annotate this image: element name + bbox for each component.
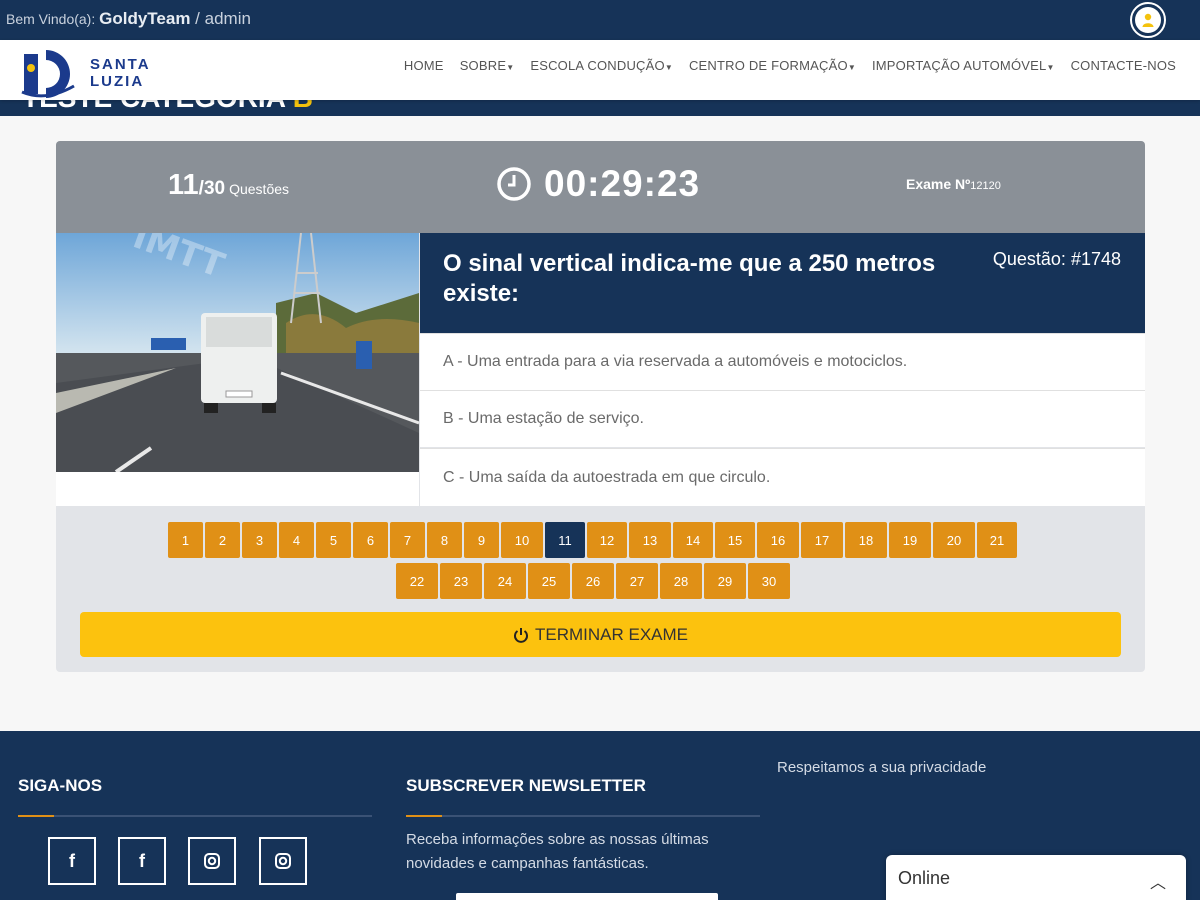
page-button-6[interactable]: 6 <box>353 522 388 558</box>
page-button-9[interactable]: 9 <box>464 522 499 558</box>
page-button-19[interactable]: 19 <box>889 522 931 558</box>
facebook-icon: f <box>139 850 145 871</box>
nav-item-contacte-nos[interactable]: CONTACTE-NOS <box>1071 58 1176 73</box>
user-role: admin <box>204 9 251 28</box>
follow-us-title: SIGA-NOS <box>18 776 103 795</box>
caret-down-icon: ▼ <box>847 63 856 72</box>
nav-item-centro-formacao[interactable]: CENTRO DE FORMAÇÃO▼ <box>689 58 856 73</box>
page-button-28[interactable]: 28 <box>660 563 702 599</box>
chevron-up-icon[interactable]: ︿ <box>1150 869 1166 893</box>
question-header: O sinal vertical indica-me que a 250 met… <box>420 233 1145 333</box>
instagram-link-1[interactable] <box>188 837 236 885</box>
page-button-23[interactable]: 23 <box>440 563 482 599</box>
welcome-label: Bem Vindo(a) <box>6 11 92 27</box>
logo-emblem-icon <box>21 50 75 98</box>
timer-value: 00:29:23 <box>544 163 701 204</box>
exam-panel: 11/30 Questões 00:29:23 Exame Nº12120 IM… <box>56 141 1145 672</box>
nav-item-sobre[interactable]: SOBRE▼ <box>460 58 515 73</box>
brand-line-1: SANTA <box>90 56 151 73</box>
page-button-2[interactable]: 2 <box>205 522 240 558</box>
page-button-16[interactable]: 16 <box>757 522 799 558</box>
caret-down-icon: ▼ <box>506 63 515 72</box>
instagram-link-2[interactable] <box>259 837 307 885</box>
newsletter-email-input[interactable] <box>456 893 718 900</box>
caret-down-icon: ▼ <box>664 63 673 72</box>
answer-option-b[interactable]: B - Uma estação de serviço. <box>420 390 1145 447</box>
privacy-notice: Respeitamos a sua privacidade <box>777 759 987 776</box>
site-logo[interactable]: SANTA LUZIA <box>16 46 186 98</box>
user-account-button[interactable] <box>1130 2 1166 38</box>
clock-icon <box>497 167 531 201</box>
page-button-18[interactable]: 18 <box>845 522 887 558</box>
page-button-25[interactable]: 25 <box>528 563 570 599</box>
exam-status-bar: 11/30 Questões 00:29:23 Exame Nº12120 <box>56 141 1145 233</box>
page-button-10[interactable]: 10 <box>501 522 543 558</box>
facebook-icon: f <box>69 850 75 871</box>
facebook-link-1[interactable]: f <box>48 837 96 885</box>
page-button-11[interactable]: 11 <box>545 522 585 558</box>
username: GoldyTeam <box>99 9 191 28</box>
nav-menu: HOME SOBRE▼ ESCOLA CONDUÇÃO▼ CENTRO DE F… <box>404 58 1176 73</box>
answer-option-a[interactable]: A - Uma entrada para a via reservada a a… <box>420 333 1145 390</box>
current-question-number: 11 <box>168 169 199 201</box>
page-header: TESTE CATEGORIA B <box>0 100 1200 116</box>
page-button-21[interactable]: 21 <box>977 522 1017 558</box>
page-button-12[interactable]: 12 <box>587 522 627 558</box>
question-counter: 11/30 Questões <box>168 169 289 202</box>
exam-timer: 00:29:23 <box>496 163 700 205</box>
page-button-7[interactable]: 7 <box>390 522 425 558</box>
page-button-14[interactable]: 14 <box>673 522 713 558</box>
page-button-24[interactable]: 24 <box>484 563 526 599</box>
finish-exam-button[interactable]: TERMINAR EXAME <box>80 612 1121 657</box>
pagination-row-2: 22 23 24 25 26 27 28 29 30 <box>396 563 790 599</box>
page-button-3[interactable]: 3 <box>242 522 277 558</box>
page-button-29[interactable]: 29 <box>704 563 746 599</box>
top-bar: Bem Vindo(a): GoldyTeam / admin <box>0 0 1200 40</box>
caret-down-icon: ▼ <box>1046 63 1055 72</box>
question-photo: IMTT <box>56 233 419 472</box>
brand-line-2: LUZIA <box>90 73 145 90</box>
facebook-link-2[interactable]: f <box>118 837 166 885</box>
main-navbar: SANTA LUZIA HOME SOBRE▼ ESCOLA CONDUÇÃO▼… <box>0 40 1200 100</box>
questions-label: Questões <box>229 181 290 197</box>
total-questions: /30 <box>198 178 226 199</box>
newsletter-title: SUBSCREVER NEWSLETTER <box>406 776 646 795</box>
pagination-row-1: 1 2 3 4 5 6 7 8 9 10 11 12 13 14 15 16 17 18 19 20 21 <box>168 522 1017 558</box>
question-id: Questão: #1748 <box>992 249 1121 269</box>
page-button-8[interactable]: 8 <box>427 522 462 558</box>
page-button-17[interactable]: 17 <box>801 522 843 558</box>
page-button-20[interactable]: 20 <box>933 522 975 558</box>
chat-status-label: Online <box>898 868 951 888</box>
page-button-13[interactable]: 13 <box>629 522 671 558</box>
role-separator: / <box>190 9 205 28</box>
page-button-26[interactable]: 26 <box>572 563 614 599</box>
question-text: O sinal vertical indica-me que a 250 met… <box>443 250 936 307</box>
page-button-30[interactable]: 30 <box>748 563 790 599</box>
page-button-27[interactable]: 27 <box>616 563 658 599</box>
online-chat-widget[interactable]: Online ︿ <box>886 855 1186 900</box>
page-button-4[interactable]: 4 <box>279 522 314 558</box>
exam-number: Exame Nº12120 <box>906 176 1001 192</box>
page-title: TESTE CATEGORIA B <box>22 100 313 114</box>
category-letter: B <box>293 100 313 113</box>
instagram-icon <box>204 853 220 869</box>
page-button-22[interactable]: 22 <box>396 563 438 599</box>
user-icon <box>1135 7 1161 33</box>
page-button-1[interactable]: 1 <box>168 522 203 558</box>
instagram-icon <box>275 853 291 869</box>
welcome-message: Bem Vindo(a): GoldyTeam / admin <box>6 9 251 28</box>
page-button-15[interactable]: 15 <box>715 522 755 558</box>
page-button-5[interactable]: 5 <box>316 522 351 558</box>
newsletter-text: Receba informações sobre as nossas últim… <box>406 831 709 872</box>
power-icon <box>514 627 528 643</box>
nav-item-escola-conducao[interactable]: ESCOLA CONDUÇÃO▼ <box>530 58 673 73</box>
answer-option-c[interactable]: C - Uma saída da autoestrada em que circ… <box>420 448 1145 506</box>
nav-item-home[interactable]: HOME <box>404 58 444 73</box>
nav-item-importacao-automovel[interactable]: IMPORTAÇÃO AUTOMÓVEL▼ <box>872 58 1055 73</box>
